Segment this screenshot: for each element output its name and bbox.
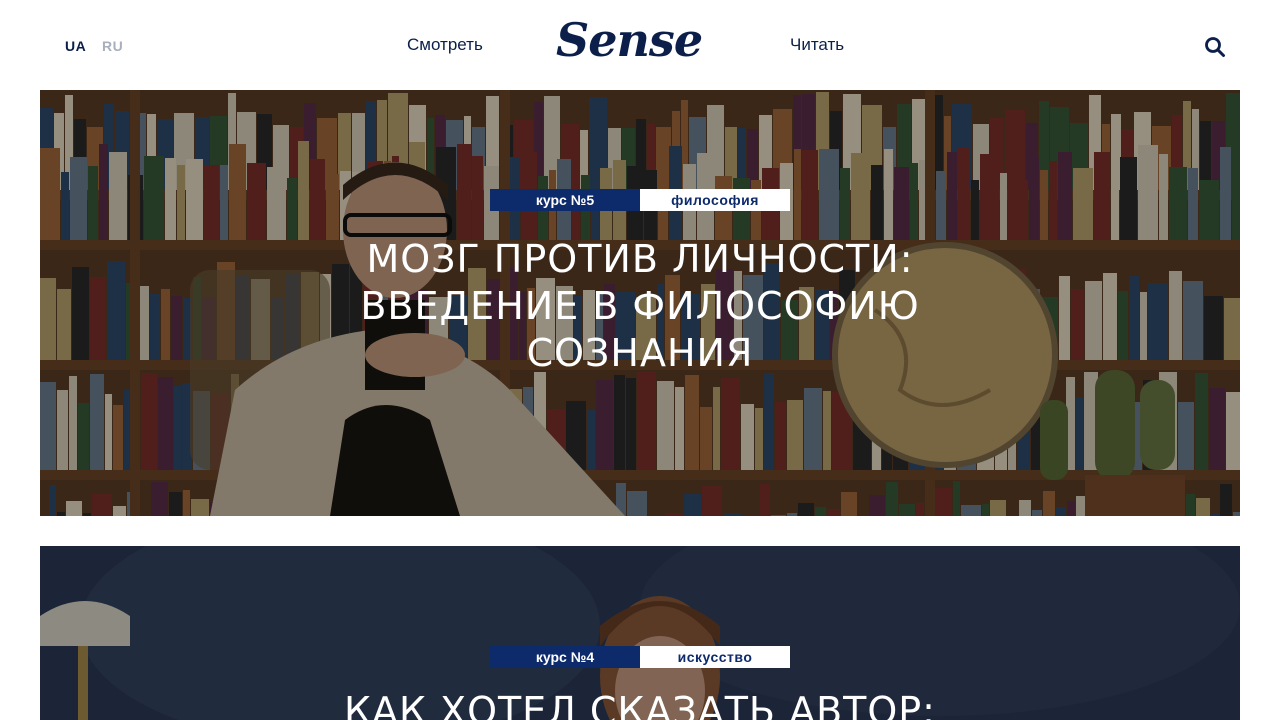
site-header: UA RU Смотреть Sense Читать: [0, 0, 1280, 90]
course-tags: курс №5 философия: [490, 189, 790, 211]
sense-logo[interactable]: Sense: [556, 10, 703, 70]
nav-watch-link[interactable]: Смотреть: [407, 35, 483, 55]
course-topic-badge[interactable]: философия: [640, 189, 790, 211]
language-ua-link[interactable]: UA: [65, 38, 86, 54]
course-title[interactable]: Как хотел сказать автор:: [290, 688, 990, 720]
course-number-badge: курс №5: [490, 189, 640, 211]
course-topic-badge[interactable]: искусство: [640, 646, 790, 668]
course-card[interactable]: курс №4 искусство Как хотел сказать авто…: [40, 546, 1240, 720]
course-tags: курс №4 искусство: [490, 646, 790, 668]
course-card[interactable]: курс №5 философия Мозг против личности: …: [40, 90, 1240, 516]
course-title[interactable]: Мозг против личности: введение в философ…: [290, 236, 990, 377]
nav-read-link[interactable]: Читать: [790, 35, 844, 55]
search-icon[interactable]: [1204, 36, 1226, 58]
language-ru-link[interactable]: RU: [102, 38, 123, 54]
course-number-badge: курс №4: [490, 646, 640, 668]
